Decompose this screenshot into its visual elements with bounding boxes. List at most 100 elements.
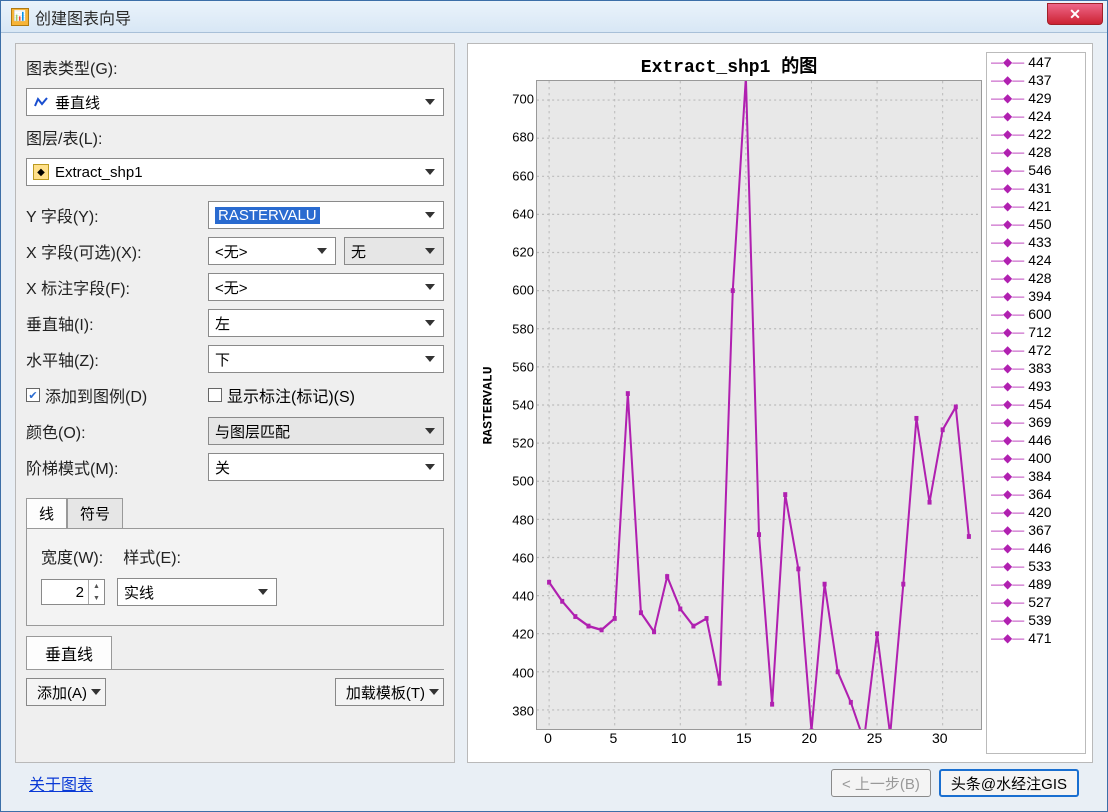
- xfield-select[interactable]: <无>: [208, 237, 336, 265]
- chart-wizard-window: 📊 创建图表向导 ✕ 图表类型(G): 垂直线 图层/表(L): ◆ Extra…: [0, 0, 1108, 812]
- y-tick: 480: [512, 512, 534, 527]
- chart-type-select[interactable]: 垂直线: [26, 88, 444, 116]
- yfield-label: Y 字段(Y):: [26, 203, 208, 227]
- y-tick: 460: [512, 550, 534, 565]
- legend-marker-icon: —◆—: [991, 379, 1024, 393]
- legend-value: 424: [1028, 252, 1051, 268]
- legend-value: 446: [1028, 432, 1051, 448]
- legend-value: 383: [1028, 360, 1051, 376]
- watermark-right: @水经注GIS: [981, 773, 1067, 794]
- xfield-sort-select[interactable]: 无: [344, 237, 444, 265]
- legend-value: 400: [1028, 450, 1051, 466]
- legend-item: —◆— 450: [987, 215, 1085, 233]
- stair-select[interactable]: 关: [208, 453, 444, 481]
- xlabelfield-label: X 标注字段(F):: [26, 275, 208, 299]
- layer-select[interactable]: ◆ Extract_shp1: [26, 158, 444, 186]
- legend-value: 431: [1028, 180, 1051, 196]
- legend-marker-icon: —◆—: [991, 217, 1024, 231]
- legend-marker-icon: —◆—: [991, 325, 1024, 339]
- show-marks-checkbox[interactable]: [208, 388, 222, 402]
- legend-marker-icon: —◆—: [991, 55, 1024, 69]
- xlabelfield-select[interactable]: <无>: [208, 273, 444, 301]
- x-tick: 30: [932, 730, 948, 746]
- legend-marker-icon: —◆—: [991, 613, 1024, 627]
- layer-icon: ◆: [33, 164, 49, 180]
- width-spinner[interactable]: 2 ▲▼: [41, 579, 105, 605]
- y-tick: 660: [512, 168, 534, 183]
- legend-item: —◆—446: [987, 431, 1085, 449]
- back-button[interactable]: < 上一步(B): [831, 769, 931, 797]
- vaxis-select[interactable]: 左: [208, 309, 444, 337]
- legend-item: —◆—420: [987, 503, 1085, 521]
- legend-value: 450: [1028, 216, 1051, 232]
- close-button[interactable]: ✕: [1047, 3, 1103, 25]
- legend-value: 546: [1028, 162, 1051, 178]
- legend-value: 394: [1028, 288, 1051, 304]
- yfield-select[interactable]: RASTERVALU: [208, 201, 444, 229]
- legend-value: 472: [1028, 342, 1051, 358]
- legend-item: —◆— 424: [987, 251, 1085, 269]
- content-area: 图表类型(G): 垂直线 图层/表(L): ◆ Extract_shp1 Y 字…: [1, 33, 1107, 811]
- y-tick: 600: [512, 283, 534, 298]
- add-legend-checkbox[interactable]: ✔: [26, 388, 40, 402]
- legend-item: —◆—384: [987, 467, 1085, 485]
- legend-item: —◆—369: [987, 413, 1085, 431]
- legend-marker-icon: —◆—: [991, 541, 1024, 555]
- next-button[interactable]: 头条 @水经注GIS: [939, 769, 1079, 797]
- wizard-footer: 关于图表 < 上一步(B) 头条 @水经注GIS: [15, 763, 1093, 803]
- style-label: 样式(E):: [123, 544, 181, 568]
- tab-body-line: 宽度(W): 样式(E): 2 ▲▼ 实线: [26, 528, 444, 626]
- legend-value: 420: [1028, 504, 1051, 520]
- legend-item: —◆—383: [987, 359, 1085, 377]
- xlabelfield-value: <无>: [215, 277, 421, 298]
- legend-value: 446: [1028, 540, 1051, 556]
- app-icon: 📊: [11, 8, 29, 26]
- color-value: 与图层匹配: [215, 421, 421, 442]
- legend-item: —◆—424: [987, 107, 1085, 125]
- vaxis-label: 垂直轴(I):: [26, 311, 208, 335]
- chevron-down-icon: [254, 579, 272, 605]
- add-series-button[interactable]: 添加(A): [26, 678, 106, 706]
- x-tick: 25: [867, 730, 883, 746]
- chevron-down-icon: [421, 202, 439, 228]
- legend-item: —◆—422: [987, 125, 1085, 143]
- y-tick: 640: [512, 206, 534, 221]
- yfield-value: RASTERVALU: [215, 207, 421, 224]
- legend-value: 421: [1028, 198, 1051, 214]
- y-tick: 380: [512, 703, 534, 718]
- legend-value: 429: [1028, 90, 1051, 106]
- chart-type-value: 垂直线: [55, 92, 421, 113]
- chart-legend: —◆—447—◆—437—◆—429—◆—424—◆—422—◆—428—◆—5…: [986, 52, 1086, 754]
- series-tab-vertical-line[interactable]: 垂直线: [26, 636, 112, 669]
- spinner-buttons[interactable]: ▲▼: [88, 580, 104, 604]
- x-tick: 5: [609, 730, 617, 746]
- legend-value: 533: [1028, 558, 1051, 574]
- legend-item: —◆—712: [987, 323, 1085, 341]
- window-title: 创建图表向导: [35, 5, 131, 29]
- y-tick: 500: [512, 474, 534, 489]
- legend-marker-icon: —◆—: [991, 487, 1024, 501]
- legend-value: 367: [1028, 522, 1051, 538]
- options-panel: 图表类型(G): 垂直线 图层/表(L): ◆ Extract_shp1 Y 字…: [15, 43, 455, 763]
- tab-symbol[interactable]: 符号: [67, 498, 123, 528]
- legend-marker-icon: —◆—: [991, 73, 1024, 87]
- legend-item: —◆—489: [987, 575, 1085, 593]
- legend-value: 489: [1028, 576, 1051, 592]
- haxis-label: 水平轴(Z):: [26, 347, 208, 371]
- legend-item: —◆—471: [987, 629, 1085, 647]
- about-chart-link[interactable]: 关于图表: [29, 771, 93, 795]
- y-tick: 540: [512, 398, 534, 413]
- chevron-down-icon: [421, 274, 439, 300]
- legend-item: —◆—394: [987, 287, 1085, 305]
- color-select[interactable]: 与图层匹配: [208, 417, 444, 445]
- tab-line[interactable]: 线: [26, 498, 67, 528]
- legend-marker-icon: —◆—: [991, 253, 1024, 267]
- chart-type-label: 图表类型(G):: [26, 55, 118, 79]
- legend-value: 433: [1028, 234, 1051, 250]
- style-select[interactable]: 实线: [117, 578, 277, 606]
- chart-preview-panel: Extract_shp1 的图 RASTERVALU 3804004204404…: [467, 43, 1093, 763]
- legend-marker-icon: —◆—: [991, 595, 1024, 609]
- haxis-select[interactable]: 下: [208, 345, 444, 373]
- load-template-button[interactable]: 加载模板(T): [335, 678, 444, 706]
- add-legend-label: 添加到图例(D): [45, 383, 147, 407]
